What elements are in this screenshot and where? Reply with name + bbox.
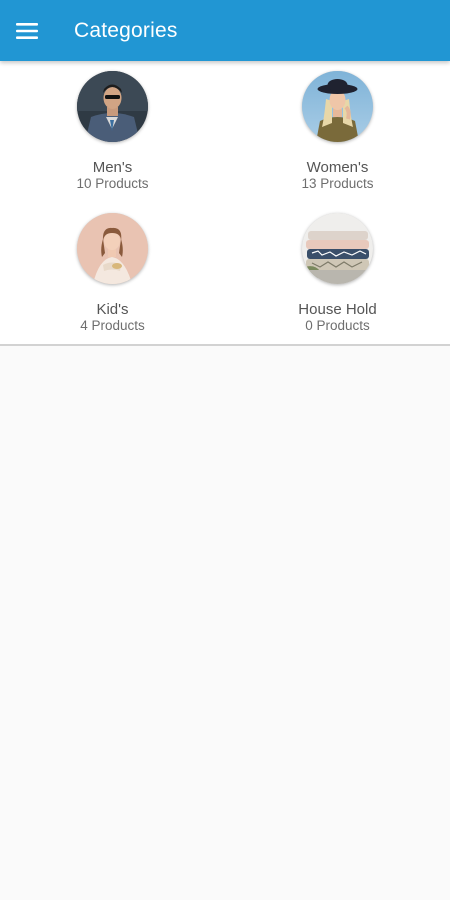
category-name: Women's	[306, 159, 369, 176]
category-card-womens[interactable]: Women's 13 Products	[225, 61, 450, 203]
woman-in-hat-photo	[302, 71, 373, 142]
category-name: House Hold	[298, 301, 377, 318]
category-product-count: 4 Products	[80, 318, 145, 333]
app-bar: Categories	[0, 0, 450, 61]
category-grid: Men's 10 Products Women's 13 Products Ki…	[0, 61, 450, 346]
girl-in-dress-photo	[77, 213, 148, 284]
category-product-count: 13 Products	[301, 176, 374, 191]
category-card-kids[interactable]: Kid's 4 Products	[0, 203, 225, 344]
page-title: Categories	[74, 18, 178, 42]
folded-textiles-photo	[302, 213, 373, 284]
man-in-suit-photo	[77, 71, 148, 142]
category-product-count: 0 Products	[305, 318, 370, 333]
category-product-count: 10 Products	[76, 176, 149, 191]
category-name: Men's	[92, 159, 133, 176]
category-card-household[interactable]: House Hold 0 Products	[225, 203, 450, 344]
hamburger-menu-icon	[16, 22, 38, 39]
category-name: Kid's	[96, 301, 129, 318]
menu-button[interactable]	[0, 0, 54, 61]
category-card-mens[interactable]: Men's 10 Products	[0, 61, 225, 203]
